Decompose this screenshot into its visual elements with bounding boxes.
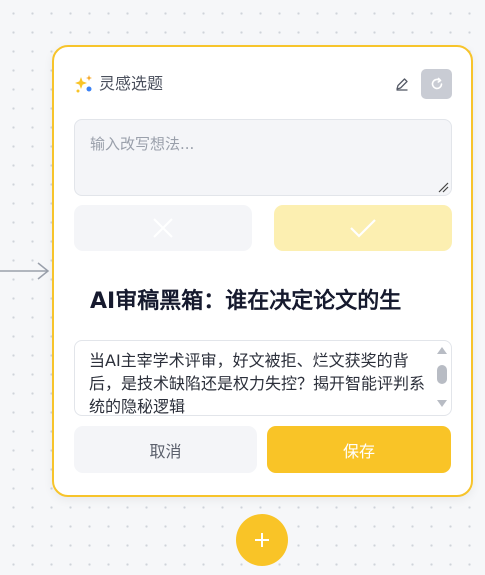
card-title: 灵感选题 — [99, 74, 164, 93]
resize-grip-icon[interactable] — [437, 181, 449, 193]
card-header: 灵感选题 — [74, 69, 454, 99]
inspiration-card: 灵感选题 AI审稿黑箱：谁在决定论文的生 当AI主宰学术 — [52, 45, 473, 497]
scroll-thumb[interactable] — [437, 365, 447, 384]
save-button[interactable]: 保存 — [267, 426, 451, 473]
reject-button[interactable] — [74, 205, 252, 251]
topic-title: AI审稿黑箱：谁在决定论文的生 — [90, 289, 402, 314]
summary-scrollbar[interactable] — [435, 343, 449, 415]
summary-box[interactable]: 当AI主宰学术评审，好文被拒、烂文获奖的背后，是技术缺陷还是权力失控？揭开智能评… — [74, 340, 452, 416]
check-icon — [350, 219, 376, 238]
sparkle-icon — [75, 75, 92, 93]
scroll-down-icon[interactable] — [437, 400, 447, 407]
connector-arrow — [0, 262, 50, 280]
plus-icon — [255, 533, 269, 547]
pencil-icon — [396, 78, 408, 91]
cancel-button[interactable]: 取消 — [74, 426, 257, 473]
topic-summary: 当AI主宰学术评审，好文被拒、烂文获奖的背后，是技术缺陷还是权力失控？揭开智能评… — [89, 351, 426, 416]
refresh-button[interactable] — [421, 69, 452, 99]
scroll-up-icon[interactable] — [437, 347, 447, 354]
edit-button[interactable] — [390, 72, 414, 96]
add-node-button[interactable] — [236, 514, 288, 566]
refresh-icon — [431, 77, 442, 90]
rewrite-input[interactable] — [74, 119, 452, 196]
close-icon — [153, 218, 173, 238]
accept-button[interactable] — [274, 205, 452, 251]
